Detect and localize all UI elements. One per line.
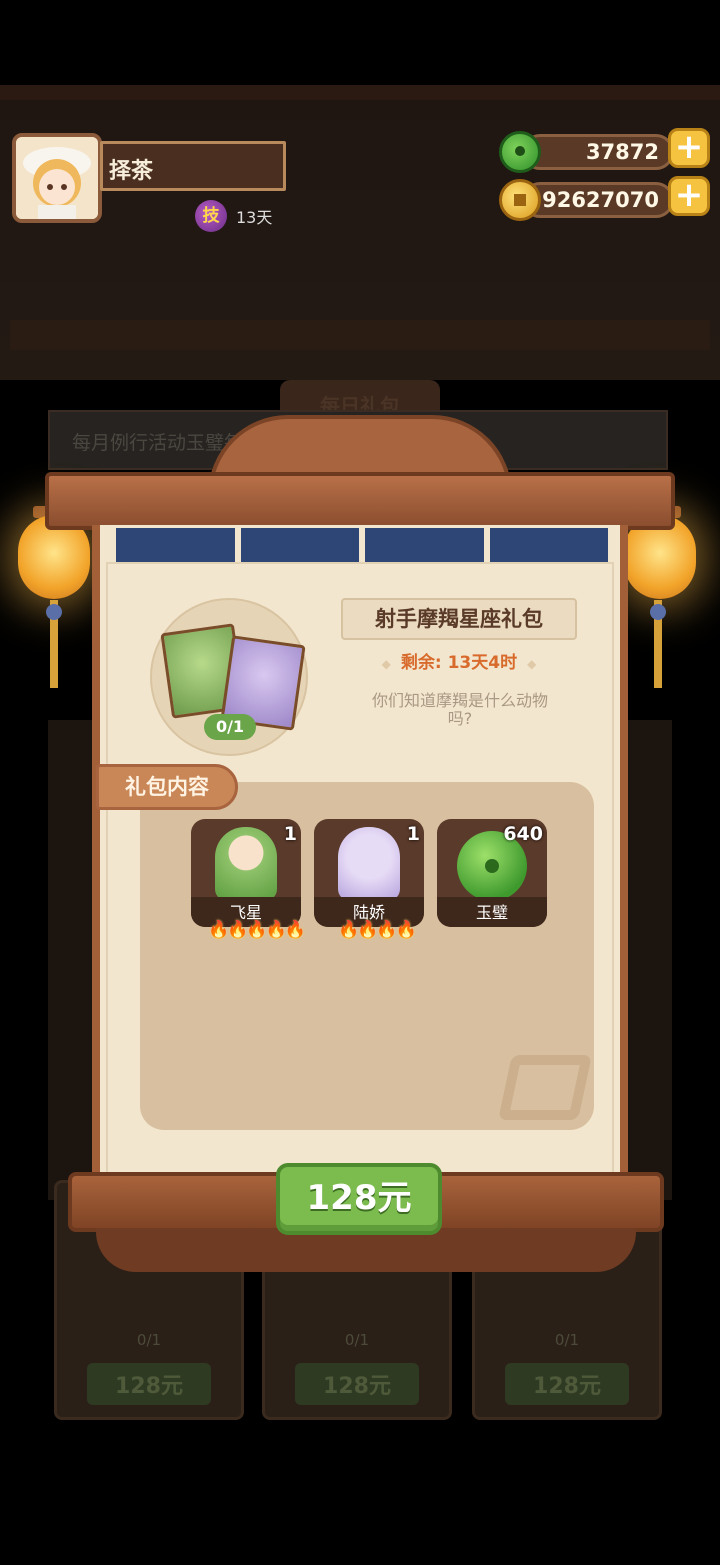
pattern-tile <box>489 528 608 562</box>
player-avatar[interactable] <box>12 133 102 223</box>
pattern-tile <box>116 528 235 562</box>
pack-purchase-progress: 0/1 <box>204 714 256 740</box>
player-name: 择茶 <box>100 141 286 191</box>
item-quantity: 640 <box>503 823 543 845</box>
buy-pack-button[interactable]: 128元 <box>276 1163 442 1235</box>
pattern-tile <box>365 528 484 562</box>
pattern-tile <box>240 528 359 562</box>
notice-text: 每月例行活动玉璧每 <box>72 432 244 454</box>
lantern-bead <box>650 604 666 620</box>
add-jade-button[interactable]: + <box>668 128 710 168</box>
diamond-icon: ◆ <box>527 657 537 671</box>
avatar-portrait-icon <box>16 137 98 219</box>
item-rarity-flames: 🔥🔥🔥🔥 <box>338 920 417 940</box>
jade-icon <box>499 131 541 173</box>
panel-roof <box>45 472 675 530</box>
reward-item[interactable]: 玉璧 640 <box>437 819 547 927</box>
character-lujiao-icon <box>338 827 400 901</box>
character-feixing-icon <box>215 827 277 901</box>
cloud-pattern-icon <box>498 1055 592 1120</box>
coin-balance: 92627070 <box>522 182 674 218</box>
item-quantity: 1 <box>283 823 297 845</box>
pack-contents-label: 礼包内容 <box>96 764 238 810</box>
lantern-bead <box>46 604 62 620</box>
dim-pack-count: 0/1 <box>136 1331 162 1349</box>
skill-badge-icon[interactable]: 技 <box>195 200 227 232</box>
diamond-icon: ◆ <box>381 657 391 671</box>
add-coins-button[interactable]: + <box>668 176 710 216</box>
panel-pattern-band <box>116 528 608 562</box>
skill-days-remaining: 13天 <box>236 208 273 227</box>
jade-balance: 37872 <box>522 134 674 170</box>
dim-side-card-left <box>48 720 98 1200</box>
item-name: 玉璧 <box>475 903 508 922</box>
dim-pack-price: 128元 <box>505 1363 629 1405</box>
pack-title: 射手摩羯星座礼包 <box>341 598 577 640</box>
pack-description: 你们知道摩羯是什么动物吗? <box>371 691 548 728</box>
reward-item[interactable]: 陆娇 1 <box>314 819 424 927</box>
pack-timer-text: 剩余: 13天4时 <box>400 653 518 673</box>
dim-pack-count: 0/1 <box>554 1331 580 1349</box>
dim-pack-count: 0/1 <box>344 1331 370 1349</box>
pack-timer: ◆ 剩余: 13天4时 ◆ <box>341 648 577 673</box>
item-quantity: 1 <box>406 823 420 845</box>
reward-item[interactable]: 飞星 1 <box>191 819 301 927</box>
dim-pack-price: 128元 <box>295 1363 419 1405</box>
coin-icon <box>499 179 541 221</box>
dim-pack-price: 128元 <box>87 1363 211 1405</box>
shop-counter <box>10 320 710 350</box>
dim-side-card-right <box>622 720 672 1200</box>
item-rarity-flames: 🔥🔥🔥🔥🔥 <box>208 920 306 940</box>
